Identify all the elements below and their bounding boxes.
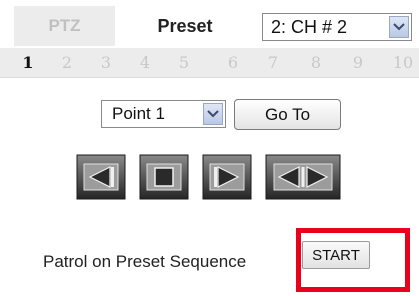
preset-number-8[interactable]: 8 xyxy=(305,53,327,72)
play-right-button[interactable] xyxy=(202,154,252,200)
channel-select[interactable]: 2: CH # 2 xyxy=(262,13,412,41)
channel-select-value: 2: CH # 2 xyxy=(271,16,348,37)
start-button[interactable]: START xyxy=(302,241,370,269)
preset-number-row: 1 2 3 4 5 6 7 8 9 10 xyxy=(0,48,419,78)
preset-number-10[interactable]: 10 xyxy=(389,53,417,72)
go-to-button[interactable]: Go To xyxy=(234,99,341,130)
preset-number-5[interactable]: 5 xyxy=(173,53,195,72)
tab-preset[interactable]: Preset xyxy=(122,6,248,46)
tab-bar: PTZ Preset 2: CH # 2 xyxy=(0,0,419,48)
chevron-down-icon[interactable] xyxy=(389,16,409,38)
left-right-icon xyxy=(265,154,341,200)
patrol-label: Patrol on Preset Sequence xyxy=(43,252,247,271)
preset-number-1[interactable]: 1 xyxy=(17,53,39,72)
tab-ptz[interactable]: PTZ xyxy=(14,6,115,46)
rewind-left-button[interactable] xyxy=(76,154,126,200)
preset-number-4[interactable]: 4 xyxy=(134,53,156,72)
left-right-button[interactable] xyxy=(265,154,341,200)
point-select-value: Point 1 xyxy=(112,104,165,123)
preset-number-3[interactable]: 3 xyxy=(95,53,117,72)
rewind-left-icon xyxy=(76,154,126,200)
preset-number-2[interactable]: 2 xyxy=(56,53,78,72)
preset-number-9[interactable]: 9 xyxy=(347,53,369,72)
stop-button[interactable] xyxy=(139,154,189,200)
point-select[interactable]: Point 1 xyxy=(101,100,226,128)
chevron-down-icon[interactable] xyxy=(203,103,223,125)
preset-number-6[interactable]: 6 xyxy=(222,53,244,72)
play-right-icon xyxy=(202,154,252,200)
preset-number-7[interactable]: 7 xyxy=(262,53,284,72)
stop-icon xyxy=(139,154,189,200)
